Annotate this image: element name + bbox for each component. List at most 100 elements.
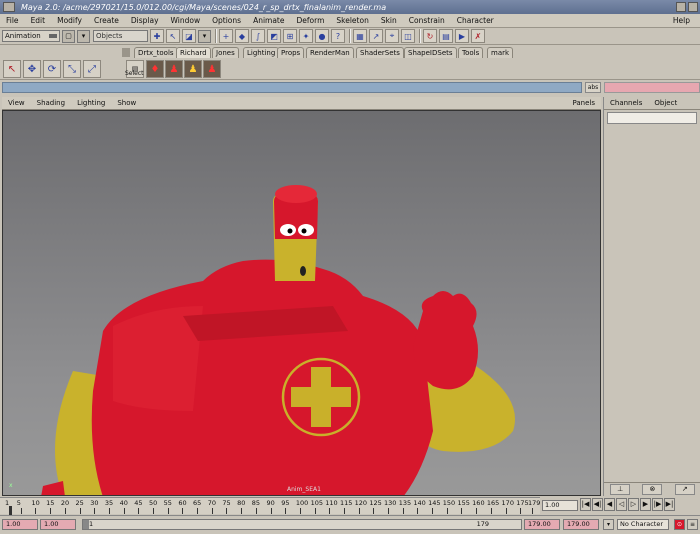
step-forward-icon[interactable]: ▶ — [640, 498, 651, 511]
surface-mask-icon[interactable]: ◩ — [267, 29, 281, 43]
play-backward-icon[interactable]: ◁ — [616, 498, 627, 511]
curve-mask-icon[interactable]: ∫ — [251, 29, 265, 43]
playback-start-field[interactable]: 1.00 — [40, 519, 76, 530]
menu-character[interactable]: Character — [451, 16, 500, 25]
select-by-object-icon[interactable]: ↖ — [166, 29, 180, 43]
channels-menu[interactable]: Channels — [604, 99, 648, 107]
snap-curve-icon[interactable]: ↗ — [369, 29, 383, 43]
history-icon[interactable]: ↻ — [423, 29, 437, 43]
move-tool-icon[interactable]: ✥ — [23, 60, 41, 78]
command-input[interactable] — [2, 82, 582, 93]
ipr-render-icon[interactable]: ▶ — [455, 29, 469, 43]
shelf-tab-props[interactable]: Props — [277, 47, 305, 58]
layer-editor-icon[interactable]: ⊥ — [610, 484, 631, 495]
deformer-mask-icon[interactable]: ⊞ — [283, 29, 297, 43]
menu-animate[interactable]: Animate — [247, 16, 290, 25]
shelf-tab-lighting[interactable]: Lighting — [243, 47, 280, 58]
object-name-field[interactable] — [607, 112, 697, 124]
shelf-tab-tools[interactable]: Tools — [458, 47, 484, 58]
misc-mask-icon[interactable]: ? — [331, 29, 345, 43]
mask-dropdown-icon[interactable]: ▾ — [198, 29, 211, 43]
abs-button[interactable]: abs — [585, 82, 601, 93]
playback-end-field[interactable]: 179.00 — [524, 519, 560, 530]
command-line: abs — [0, 81, 700, 94]
play-forward-icon[interactable]: ▷ — [628, 498, 639, 511]
perspective-viewport[interactable]: x Anim_SEA1 — [2, 110, 601, 496]
go-to-end-icon[interactable]: ▶| — [664, 498, 675, 511]
character-render — [41, 185, 515, 495]
menu-modify[interactable]: Modify — [51, 16, 88, 25]
window-menu-button[interactable] — [3, 2, 15, 12]
time-tick — [373, 508, 375, 514]
start-time-field[interactable]: 1.00 — [2, 519, 38, 530]
current-frame-field[interactable]: 1.00 — [542, 500, 578, 511]
step-back-icon[interactable]: ◀ — [604, 498, 615, 511]
panel-menu-view[interactable]: View — [2, 99, 31, 107]
end-time-field[interactable]: 179.00 — [563, 519, 599, 530]
panel-menu-lighting[interactable]: Lighting — [71, 99, 111, 107]
channel-box-icon[interactable]: ⊗ — [642, 484, 663, 495]
selection-mask-icon[interactable]: ▾ — [77, 29, 90, 43]
camera-label: Anim_SEA1 — [287, 486, 321, 493]
step-forward-key-icon[interactable]: |▶ — [652, 498, 663, 511]
joint-mask-icon[interactable]: ◆ — [235, 29, 249, 43]
time-tick-label: 100 — [295, 499, 309, 507]
scale-tool-icon[interactable]: ⤡ — [63, 60, 81, 78]
character-select-icon[interactable]: ♟ — [184, 60, 202, 78]
menu-constrain[interactable]: Constrain — [403, 16, 451, 25]
render-icon[interactable]: ▤ — [439, 29, 453, 43]
animation-prefs-icon[interactable]: ≡ — [687, 519, 698, 530]
render-mask-icon[interactable]: ● — [315, 29, 329, 43]
menu-set-selector[interactable]: Animation — [2, 30, 60, 42]
shelf-scroll-icon[interactable] — [122, 48, 130, 57]
rotate-tool-icon[interactable]: ⟳ — [43, 60, 61, 78]
character-select-icon[interactable]: ♦ — [146, 60, 164, 78]
snap-point-icon[interactable]: ⌖ — [385, 29, 399, 43]
menu-window[interactable]: Window — [165, 16, 207, 25]
menu-skin[interactable]: Skin — [375, 16, 403, 25]
menu-help[interactable]: Help — [667, 16, 696, 25]
menu-deform[interactable]: Deform — [291, 16, 331, 25]
go-to-start-icon[interactable]: |◀ — [580, 498, 591, 511]
select-by-component-icon[interactable]: ◪ — [182, 29, 196, 43]
select-by-hierarchy-icon[interactable]: ✚ — [150, 29, 164, 43]
minimize-button[interactable] — [676, 2, 686, 12]
menu-edit[interactable]: Edit — [25, 16, 52, 25]
step-back-key-icon[interactable]: ◀| — [592, 498, 603, 511]
menu-file[interactable]: File — [0, 16, 25, 25]
current-character-field[interactable]: No Character — [617, 519, 669, 530]
panels-menu[interactable]: Panels — [572, 99, 595, 107]
shelf-tab-richard[interactable]: Richard — [176, 47, 211, 58]
shelf-tab-mark[interactable]: mark — [487, 47, 514, 58]
render-globals-icon[interactable]: ✗ — [471, 29, 485, 43]
attribute-editor-icon[interactable]: ↗ — [674, 484, 695, 495]
new-scene-icon[interactable]: ▢ — [62, 29, 75, 43]
auto-key-icon[interactable]: ⊙ — [674, 519, 685, 530]
character-dropdown-icon[interactable]: ▾ — [603, 519, 614, 530]
shelf-tab-shadersets[interactable]: ShaderSets — [356, 47, 404, 58]
time-slider[interactable]: 1 5 10 15 20 25 30 35 40 45 50 55 60 65 70 75 80 85 90 95 10… — [0, 497, 540, 515]
menu-create[interactable]: Create — [88, 16, 125, 25]
shelf-tab-shapeidsets[interactable]: ShapeIDSets — [404, 47, 457, 58]
object-menu[interactable]: Object — [648, 99, 683, 107]
select-tool-icon[interactable]: ↖ — [3, 60, 21, 78]
character-select-icon[interactable]: ♟ — [203, 60, 221, 78]
shelf-tab-drtx-tools[interactable]: Drtx_tools — [134, 47, 178, 58]
handle-mask-icon[interactable]: + — [219, 29, 233, 43]
menu-options[interactable]: Options — [206, 16, 247, 25]
snap-grid-icon[interactable]: ▦ — [353, 29, 367, 43]
dynamics-mask-icon[interactable]: ✦ — [299, 29, 313, 43]
panel-menu-show[interactable]: Show — [111, 99, 142, 107]
manipulator-tool-icon[interactable]: ⤢ — [83, 60, 101, 78]
snap-view-icon[interactable]: ◫ — [401, 29, 415, 43]
character-select-icon[interactable]: ♟ — [165, 60, 183, 78]
selection-input[interactable]: Objects — [93, 30, 148, 42]
shelf-tab-renderman[interactable]: RenderMan — [306, 47, 354, 58]
shelf-tab-jones[interactable]: Jones — [212, 47, 239, 58]
menu-display[interactable]: Display — [125, 16, 165, 25]
maximize-button[interactable] — [688, 2, 698, 12]
range-slider[interactable]: 1 179 — [82, 519, 522, 530]
time-tick-label: 145 — [428, 499, 441, 507]
panel-menu-shading[interactable]: Shading — [31, 99, 71, 107]
menu-skeleton[interactable]: Skeleton — [330, 16, 374, 25]
